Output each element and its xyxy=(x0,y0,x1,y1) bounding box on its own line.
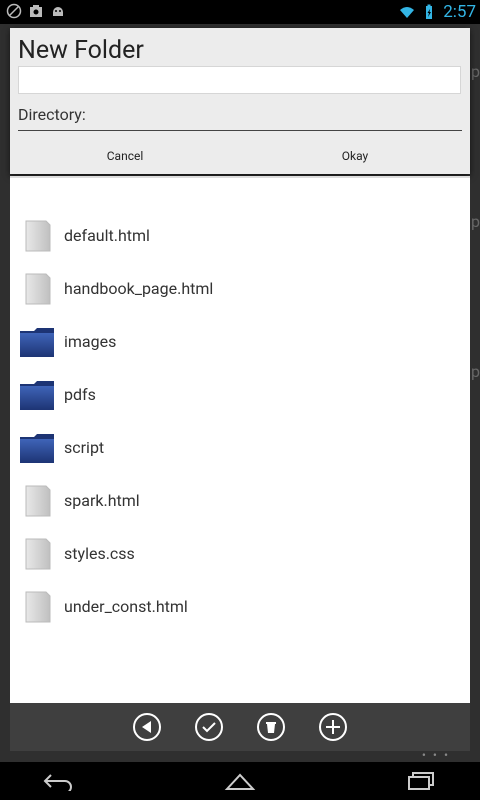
list-item[interactable]: spark.html xyxy=(10,474,470,527)
bg-fragment: p xyxy=(471,362,480,381)
recents-icon xyxy=(408,772,434,790)
battery-icon xyxy=(426,4,433,19)
trash-icon[interactable] xyxy=(256,712,286,742)
file-icon xyxy=(25,485,51,517)
folder-icon xyxy=(20,381,54,410)
bg-fragment: p xyxy=(471,212,480,231)
system-nav-bar xyxy=(0,762,480,800)
list-item[interactable]: styles.css xyxy=(10,527,470,580)
list-item[interactable]: pdfs xyxy=(10,368,470,421)
list-item[interactable]: handbook_page.html xyxy=(10,262,470,315)
file-icon xyxy=(25,591,51,623)
bottom-toolbar xyxy=(10,703,470,751)
folder-name: pdfs xyxy=(64,385,96,404)
list-item[interactable]: under_const.html xyxy=(10,580,470,633)
folder-name-input[interactable] xyxy=(18,66,461,94)
list-item[interactable]: images xyxy=(10,315,470,368)
list-item[interactable]: default.html xyxy=(10,209,470,262)
clock: 2:57 xyxy=(443,2,476,22)
file-name: handbook_page.html xyxy=(64,279,214,298)
file-name: spark.html xyxy=(64,491,140,510)
file-name: default.html xyxy=(64,226,150,245)
file-name: under_const.html xyxy=(64,597,188,616)
nav-home-button[interactable] xyxy=(180,762,300,800)
file-icon xyxy=(25,220,51,252)
wifi-icon xyxy=(400,7,415,18)
file-name: styles.css xyxy=(64,544,135,563)
directory-underline xyxy=(18,130,462,131)
android-icon xyxy=(53,7,63,16)
file-icon xyxy=(25,538,51,570)
add-icon[interactable] xyxy=(318,712,348,742)
back-icon[interactable] xyxy=(132,712,162,742)
dialog-title: New Folder xyxy=(18,36,144,65)
nav-back-button[interactable] xyxy=(0,762,120,800)
notification-icon xyxy=(6,3,22,19)
folder-icon xyxy=(20,328,54,357)
folder-name: script xyxy=(64,438,105,457)
camera-icon xyxy=(30,5,42,17)
new-folder-dialog: New Folder Directory: Cancel Okay xyxy=(10,28,470,174)
back-arrow-icon xyxy=(43,774,72,791)
status-bar: 2:57 xyxy=(0,0,480,24)
home-icon xyxy=(224,773,256,790)
list-item[interactable]: script xyxy=(10,421,470,474)
folder-name: images xyxy=(64,332,117,351)
file-list: default.html handbook_page.html images p… xyxy=(10,176,470,704)
directory-label: Directory: xyxy=(18,105,86,124)
bg-fragment: p xyxy=(471,62,480,81)
folder-icon xyxy=(20,434,54,463)
nav-recents-button[interactable] xyxy=(360,762,480,800)
file-icon xyxy=(25,273,51,305)
okay-button[interactable]: Okay xyxy=(240,142,470,170)
check-icon[interactable] xyxy=(194,712,224,742)
cancel-button[interactable]: Cancel xyxy=(10,142,240,170)
